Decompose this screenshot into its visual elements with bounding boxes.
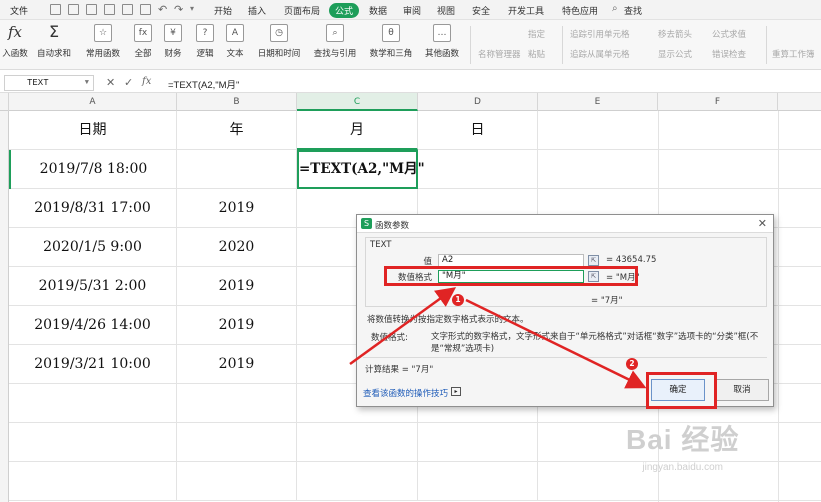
arrow-to-format-field xyxy=(349,287,457,366)
watermark-brand: Bai 经验 xyxy=(626,424,740,455)
watermark-url: jingyan.baidu.com xyxy=(642,462,723,473)
arrow-to-ok-button xyxy=(465,298,647,389)
baidu-watermark: Bai 经验 jingyan.baidu.com xyxy=(626,418,739,473)
